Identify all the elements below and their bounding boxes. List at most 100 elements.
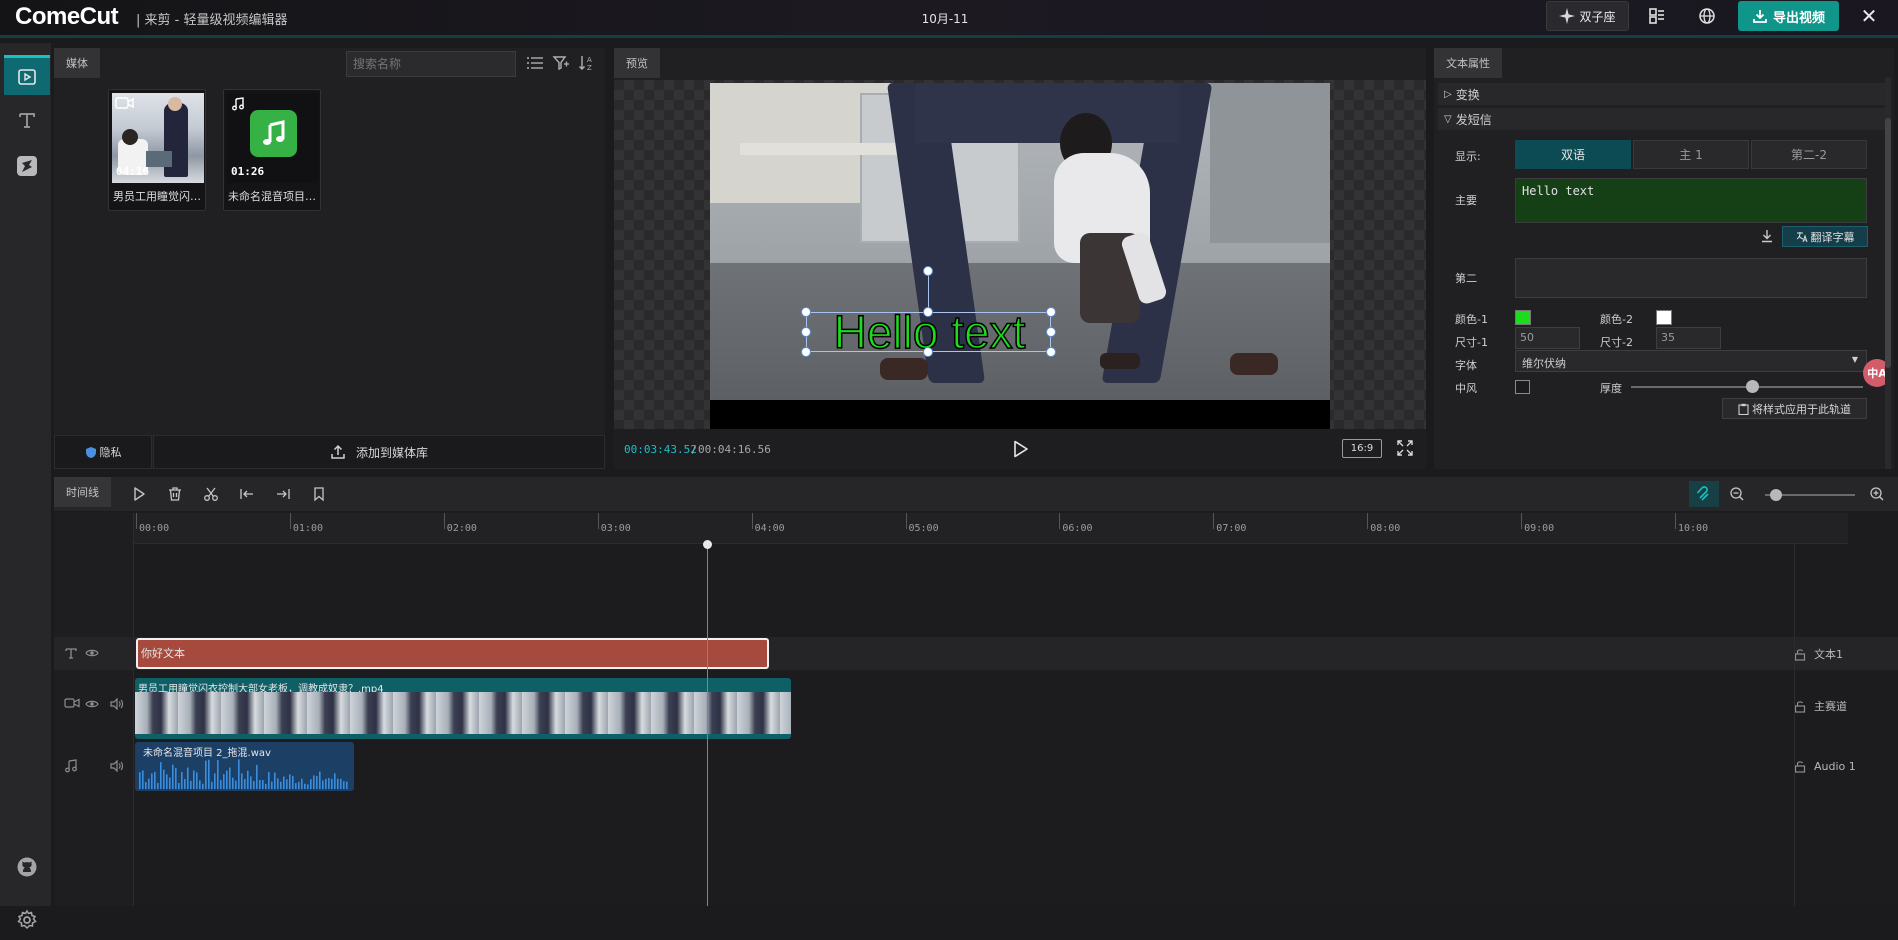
- tab-media[interactable]: 媒体: [54, 48, 100, 78]
- zoom-in-button[interactable]: [1867, 484, 1887, 504]
- filter-button[interactable]: [552, 54, 570, 76]
- display-option-bilingual[interactable]: 双语: [1515, 140, 1631, 169]
- video-filmstrip: [135, 692, 791, 734]
- text-clip[interactable]: 你好文本: [136, 638, 769, 669]
- trim-end-button[interactable]: [273, 484, 293, 504]
- stroke-checkbox[interactable]: [1515, 380, 1530, 394]
- export-label: 导出视频: [1772, 10, 1825, 26]
- fullscreen-button[interactable]: [1396, 439, 1414, 461]
- speaker-icon[interactable]: [110, 697, 124, 714]
- ruler-tick-label: 01:00: [292, 523, 323, 534]
- resize-handle[interactable]: [801, 327, 811, 337]
- tab-timeline[interactable]: 时间线: [54, 477, 111, 507]
- size1-input[interactable]: 50: [1515, 327, 1580, 349]
- properties-scrollbar[interactable]: [1885, 78, 1891, 469]
- waveform-bar: [313, 775, 315, 789]
- gear-icon: [17, 909, 37, 930]
- sort-button[interactable]: AZ: [578, 54, 596, 76]
- playhead-handle[interactable]: [703, 540, 712, 549]
- translate-subtitles-button[interactable]: 翻译字幕: [1782, 226, 1868, 247]
- resize-handle[interactable]: [1046, 327, 1056, 337]
- thickness-slider-knob[interactable]: [1745, 380, 1759, 393]
- resize-handle[interactable]: [923, 347, 933, 357]
- video-clip[interactable]: 男员工用瞳觉闪衣控制大部女老板，调教成奴隶？.mp4: [135, 678, 791, 739]
- subtitle-section-header[interactable]: ▽ 发短信: [1438, 108, 1886, 130]
- resize-handle[interactable]: [1046, 307, 1056, 317]
- timeline-play-button[interactable]: [129, 484, 149, 504]
- media-item[interactable]: 01:26 未命名混音项目 2_拖混.wav: [223, 89, 321, 211]
- display-option-secondary[interactable]: 第二-2: [1751, 140, 1867, 169]
- delete-button[interactable]: [165, 484, 185, 504]
- magnet-snap-button[interactable]: [1689, 481, 1719, 507]
- close-button[interactable]: ✕: [1854, 1, 1884, 31]
- track-name-text: 文本1: [1794, 646, 1843, 662]
- play-button[interactable]: [1010, 439, 1030, 463]
- size2-input[interactable]: 35: [1656, 327, 1721, 349]
- list-view-button[interactable]: [526, 55, 544, 75]
- video-frame[interactable]: Hello text: [710, 83, 1330, 431]
- primary-text-field[interactable]: Hello text: [1515, 178, 1867, 223]
- waveform-bar: [325, 778, 327, 789]
- waveform-bar: [235, 780, 237, 789]
- thickness-slider[interactable]: [1631, 380, 1863, 393]
- media-search-input[interactable]: [346, 51, 516, 77]
- resize-handle[interactable]: [1046, 347, 1056, 357]
- apply-style-to-track-button[interactable]: 将样式应用于此轨道: [1722, 398, 1867, 419]
- split-button[interactable]: [201, 484, 221, 504]
- resize-handle[interactable]: [801, 347, 811, 357]
- tab-preview[interactable]: 预览: [614, 48, 660, 78]
- waveform-bar: [322, 780, 324, 789]
- eye-icon[interactable]: [85, 647, 99, 663]
- color1-swatch[interactable]: [1515, 310, 1531, 325]
- gemini-button[interactable]: 双子座: [1546, 1, 1629, 31]
- export-video-button[interactable]: 导出视频: [1738, 1, 1839, 31]
- trim-start-button[interactable]: [237, 484, 257, 504]
- color2-swatch[interactable]: [1656, 310, 1672, 325]
- unlock-icon[interactable]: [1794, 648, 1806, 661]
- media-panel: 媒体 AZ 04:16 男员工用瞳觉闪衣控制大部女老板，调教成奴隶？.mp4 0…: [54, 48, 605, 469]
- trash-icon: [169, 487, 181, 501]
- unlock-icon[interactable]: [1794, 700, 1806, 713]
- thickness-label: 厚度: [1600, 382, 1622, 395]
- secondary-text-field[interactable]: [1515, 258, 1867, 298]
- privacy-button[interactable]: 隐私: [54, 435, 152, 469]
- speaker-icon[interactable]: [110, 759, 124, 776]
- import-button[interactable]: [1760, 229, 1774, 247]
- marker-button[interactable]: [309, 484, 329, 504]
- transform-section-header[interactable]: ▷ 变换: [1438, 83, 1886, 105]
- add-to-library-button[interactable]: 添加到媒体库: [153, 435, 605, 469]
- nav-settings[interactable]: [4, 900, 50, 940]
- waveform-bar: [154, 771, 156, 789]
- tab-text-properties[interactable]: 文本属性: [1434, 48, 1502, 78]
- primary-label: 主要: [1455, 194, 1477, 207]
- nav-sticker[interactable]: [4, 146, 50, 186]
- media-item[interactable]: 04:16 男员工用瞳觉闪衣控制大部女老板，调教成奴隶？.mp4: [108, 89, 206, 211]
- zoom-out-button[interactable]: [1727, 484, 1747, 504]
- zoom-slider[interactable]: [1765, 489, 1855, 501]
- preview-canvas[interactable]: Hello text: [614, 80, 1426, 431]
- fullscreen-icon: [1397, 440, 1413, 456]
- waveform-bar: [346, 781, 348, 789]
- audio-clip[interactable]: 未命名混音项目 2_拖混.wav: [135, 742, 354, 791]
- translate-label: 翻译字幕: [1810, 230, 1855, 244]
- display-option-primary[interactable]: 主 1: [1633, 140, 1749, 169]
- layout-button[interactable]: [1642, 1, 1672, 31]
- unlock-icon[interactable]: [1794, 760, 1806, 773]
- playhead[interactable]: [707, 544, 708, 906]
- waveform-bar: [292, 775, 294, 789]
- zoom-slider-knob[interactable]: [1769, 489, 1782, 501]
- aspect-ratio-button[interactable]: 16:9: [1342, 439, 1382, 458]
- language-button[interactable]: [1692, 1, 1722, 31]
- time-ruler[interactable]: 00:00 01:00 02:00 03:00 04:00 05:00 06:00 07:00…: [134, 513, 1848, 544]
- font-select[interactable]: 维尔伏纳 ▼: [1515, 350, 1867, 372]
- filter-icon: [552, 56, 569, 71]
- resize-handle[interactable]: [923, 307, 933, 317]
- rotate-handle[interactable]: [923, 266, 933, 276]
- nav-text[interactable]: [4, 100, 50, 140]
- eye-icon[interactable]: [85, 698, 99, 714]
- resize-handle[interactable]: [801, 307, 811, 317]
- nav-media[interactable]: [4, 55, 50, 95]
- waveform-bar: [223, 774, 225, 789]
- text-overlay[interactable]: Hello text: [806, 305, 1051, 359]
- nav-github[interactable]: [4, 847, 50, 887]
